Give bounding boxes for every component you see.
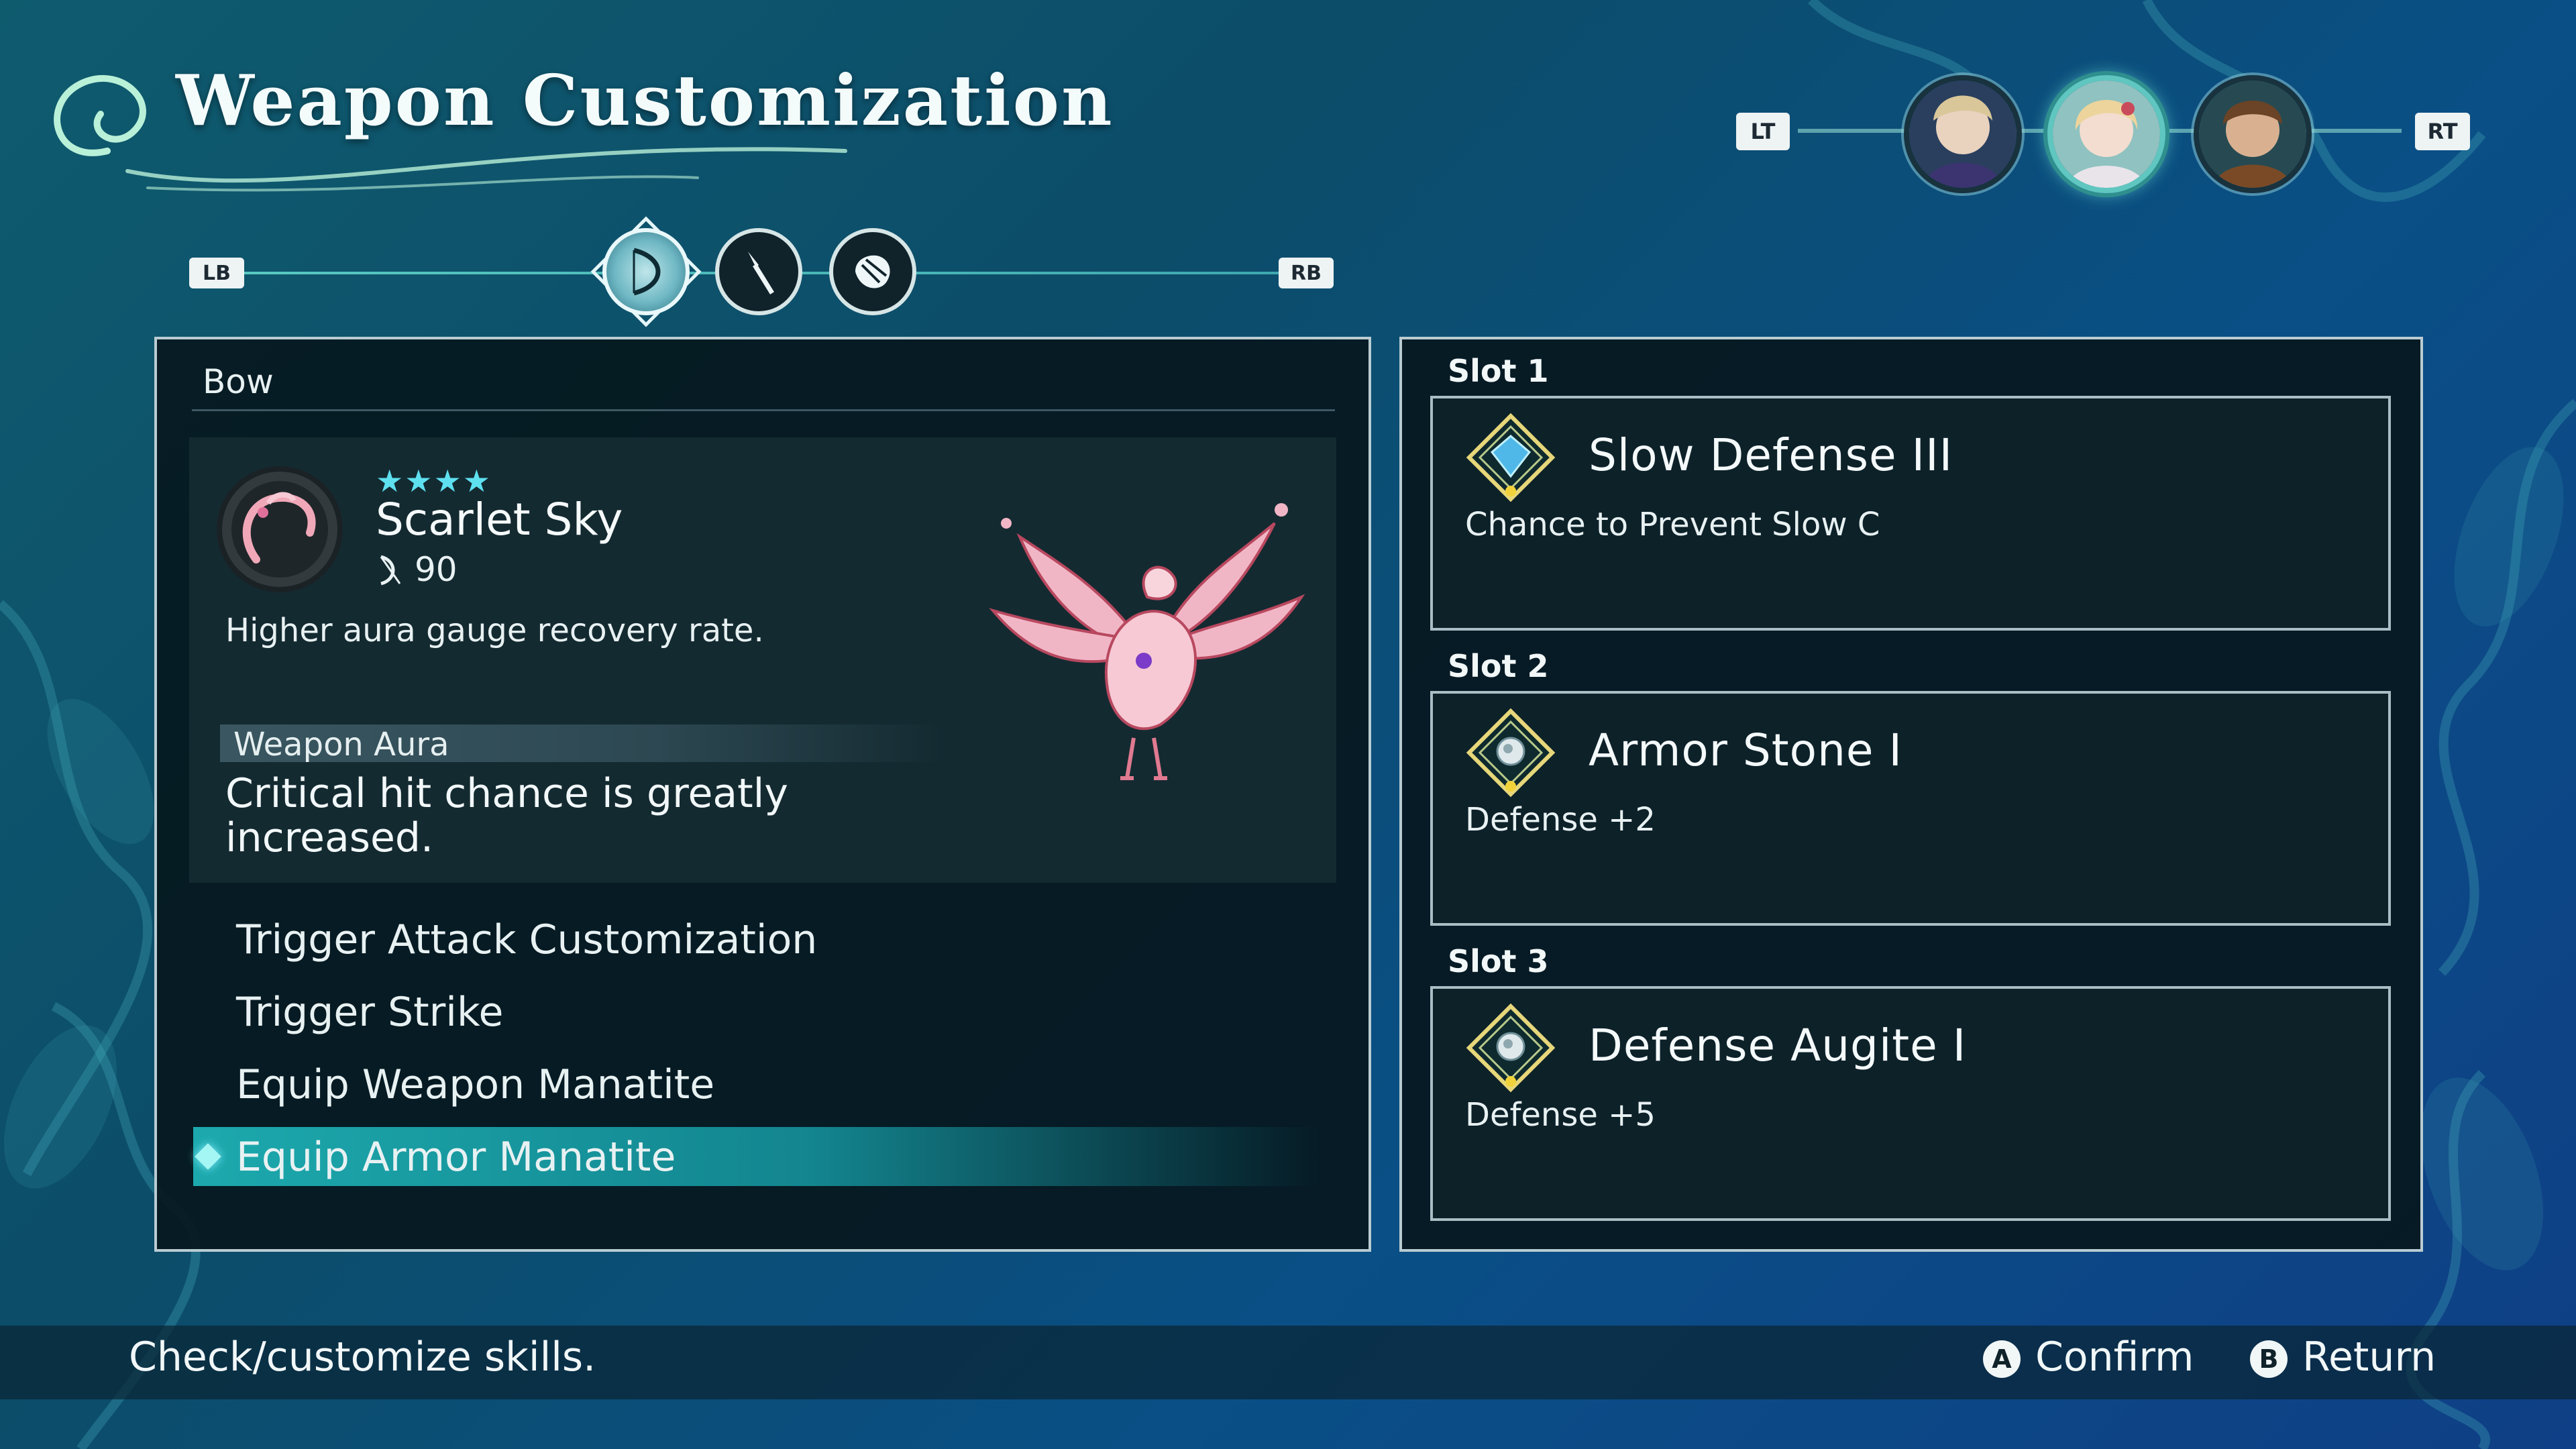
tab-bow[interactable] (602, 228, 690, 315)
slot-2-manatite-name: Armor Stone I (1589, 724, 1902, 776)
scarlet-sky-weapon-art (989, 503, 1305, 780)
attack-power-icon (380, 555, 401, 586)
return-button[interactable]: Return (2302, 1334, 2436, 1381)
weapon-category-label: Bow (203, 362, 274, 401)
slot-1-label: Slot 1 (1448, 353, 1549, 389)
slot-3-label: Slot 3 (1448, 943, 1549, 979)
menu-item-equip-weapon-manatite[interactable]: Equip Weapon Manatite (236, 1061, 714, 1108)
slot-2-label: Slot 2 (1448, 648, 1549, 684)
bow-icon (633, 248, 661, 296)
a-button-icon: A (1983, 1340, 2021, 1378)
rb-button-hint[interactable]: RB (1279, 258, 1334, 288)
slot-3-manatite-effect: Defense +5 (1465, 1096, 1656, 1134)
attack-power-value: 90 (415, 550, 458, 589)
confirm-button[interactable]: Confirm (2035, 1334, 2194, 1381)
weapon-aura-label: Weapon Aura (233, 726, 449, 763)
page-title: Weapon Customization (176, 59, 1114, 142)
weapon-name: Scarlet Sky (376, 494, 623, 545)
slot-1-manatite-name: Slow Defense III (1589, 429, 1953, 481)
slot-3-manatite-name: Defense Augite I (1589, 1020, 1967, 1071)
rt-button-hint[interactable]: RT (2415, 113, 2470, 150)
lb-button-hint[interactable]: LB (189, 258, 244, 288)
menu-item-trigger-strike[interactable]: Trigger Strike (236, 989, 503, 1036)
menu-item-equip-armor-manatite[interactable]: Equip Armor Manatite (236, 1134, 676, 1181)
slot-2-manatite-effect: Defense +2 (1465, 801, 1656, 839)
category-divider (192, 409, 1335, 411)
menu-item-trigger-attack-customization[interactable]: Trigger Attack Customization (236, 916, 817, 963)
armor-icon (855, 255, 890, 288)
weapon-thumbnail-icon (217, 466, 343, 592)
party-member-2-portrait[interactable] (2047, 75, 2165, 193)
spear-icon (748, 252, 774, 294)
party-member-3-portrait[interactable] (2194, 75, 2312, 193)
tab-armor[interactable] (829, 228, 916, 315)
blue-manatite-gem-icon (1466, 413, 1556, 502)
manatite-gem-icon (1466, 708, 1556, 798)
b-button-icon: B (2250, 1340, 2288, 1378)
weapon-description: Higher aura gauge recovery rate. (225, 612, 764, 649)
slot-1-manatite-effect: Chance to Prevent Slow C (1465, 506, 1880, 543)
tab-spear[interactable] (715, 228, 802, 315)
lt-button-hint[interactable]: LT (1736, 113, 1790, 150)
weapon-aura-effect: Critical hit chance is greatly increased… (225, 770, 788, 861)
manatite-gem-icon (1466, 1003, 1556, 1093)
party-member-1-portrait[interactable] (1904, 75, 2022, 193)
help-text: Check/customize skills. (129, 1334, 596, 1381)
